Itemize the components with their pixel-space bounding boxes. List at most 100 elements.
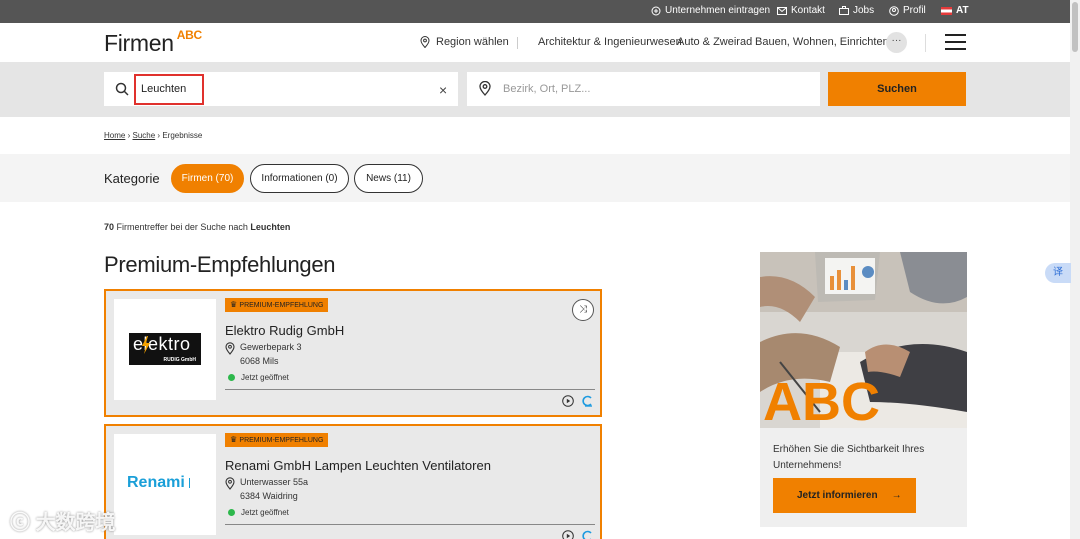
add-company-link[interactable]: Unternehmen eintragen — [651, 5, 770, 16]
elektro-rudig-logo: elektro RUDIG GmbH — [129, 333, 201, 365]
results-count-text: 70 Firmentreffer bei der Suche nach Leuc… — [104, 222, 290, 232]
crown-icon: ♛ — [230, 300, 240, 309]
location-box: Bezirk, Ort, PLZ... — [467, 72, 820, 106]
briefcase-icon — [839, 6, 849, 15]
ad-abc-letters: ABC — [763, 372, 880, 428]
breadcrumb-home[interactable]: Home — [104, 131, 125, 140]
open-status-dot-icon — [228, 509, 235, 516]
opening-status: Jetzt geöffnet — [228, 508, 289, 517]
add-company-label: Unternehmen eintragen — [665, 5, 771, 16]
location-input[interactable]: Bezirk, Ort, PLZ... — [503, 83, 590, 95]
contact-label: Kontakt — [791, 5, 825, 16]
jobs-label: Jobs — [853, 5, 875, 16]
country-switch[interactable]: AT — [941, 5, 969, 16]
premium-heading: Premium-Empfehlungen — [104, 252, 336, 277]
opening-status: Jetzt geöffnet — [228, 373, 289, 382]
search-input[interactable]: Leuchten — [134, 74, 204, 105]
advertising-banner[interactable]: ABC Erhöhen Sie die Sichtbarkeit Ihres U… — [760, 252, 967, 527]
logo-main: Firmen — [104, 30, 174, 56]
ad-cta-label: Jetzt informieren — [797, 490, 878, 501]
site-header: Firmen ABC Region wählen Architektur & In… — [0, 23, 1070, 62]
open-status-dot-icon — [228, 374, 235, 381]
region-label: Region wählen — [436, 36, 509, 48]
company-street: Unterwasser 55a — [240, 477, 309, 487]
company-name[interactable]: Renami GmbH Lampen Leuchten Ventilatoren — [225, 458, 491, 473]
translate-icon[interactable]: 译 — [1045, 263, 1071, 283]
top-utility-bar: Unternehmen eintragen Kontakt Jobs Profi… — [0, 0, 1070, 23]
watermark-text: 大数跨境 — [35, 512, 116, 534]
location-pin-icon — [225, 477, 235, 490]
breadcrumb-separator: › — [127, 131, 131, 140]
company-logo: elektro RUDIG GmbH — [114, 299, 216, 400]
breadcrumb-separator: › — [157, 131, 161, 140]
clear-search-icon[interactable]: × — [439, 82, 447, 98]
page-scrollbar[interactable] — [1070, 0, 1080, 539]
tab-firmen[interactable]: Firmen (70) — [171, 164, 244, 193]
results-count: 70 — [104, 222, 115, 232]
website-logo-icon[interactable] — [582, 395, 593, 407]
renami-logo-mark — [189, 478, 203, 488]
category-filter-bar: Kategorie Firmen (70) Informationen (0) … — [0, 154, 1070, 202]
tab-news[interactable]: News (11) — [354, 164, 423, 193]
arrow-right-icon: → — [891, 490, 902, 501]
location-pin-icon — [225, 342, 235, 355]
logo-rudig-text: RUDIG GmbH — [163, 357, 197, 363]
play-video-icon[interactable] — [562, 530, 574, 539]
watermark-logo-icon: ⓒ — [10, 512, 36, 534]
header-divider — [925, 34, 926, 52]
opening-status-label: Jetzt geöffnet — [241, 508, 289, 517]
renami-logo-text: Renami — [127, 474, 185, 491]
premium-badge-label: PREMIUM-EMPFEHLUNG — [239, 437, 324, 444]
breadcrumb-current: Ergebnisse — [162, 131, 203, 140]
search-button[interactable]: Suchen — [828, 72, 966, 106]
play-video-icon[interactable] — [562, 395, 574, 407]
location-pin-icon — [420, 36, 430, 48]
tab-informationen[interactable]: Informationen (0) — [250, 164, 349, 193]
plus-circle-icon — [651, 6, 661, 15]
company-name[interactable]: Elektro Rudig GmbH — [225, 323, 344, 338]
site-logo[interactable]: Firmen ABC — [104, 28, 202, 57]
lightning-icon — [142, 336, 150, 354]
region-selector[interactable]: Region wählen — [420, 36, 509, 48]
crown-icon: ♛ — [230, 435, 240, 444]
contact-link[interactable]: Kontakt — [777, 5, 825, 16]
more-categories-button[interactable]: ··· — [886, 32, 907, 53]
logo-abc: ABC — [176, 28, 202, 43]
location-pin-icon — [479, 81, 491, 96]
watermark: ⓒ 大数跨境 — [10, 506, 116, 535]
user-icon — [889, 5, 899, 16]
nav-divider — [517, 37, 518, 49]
company-city: 6384 Waidring — [240, 491, 298, 501]
hamburger-menu-icon[interactable] — [945, 34, 966, 50]
nav-architektur[interactable]: Architektur & Ingenieurwesen — [538, 36, 682, 48]
category-label: Kategorie — [104, 171, 160, 186]
company-city: 6068 Mils — [240, 356, 279, 366]
office-meeting-image: ABC — [760, 252, 967, 428]
profile-link[interactable]: Profil — [889, 5, 926, 16]
scrollbar-thumb[interactable] — [1072, 2, 1078, 52]
premium-card-elektro-rudig[interactable]: elektro RUDIG GmbH ♛ PREMIUM-EMPFEHLUNG … — [104, 289, 602, 417]
austria-flag-icon — [941, 6, 952, 15]
jobs-link[interactable]: Jobs — [839, 5, 874, 16]
results-term: Leuchten — [250, 222, 291, 232]
card-divider — [225, 524, 595, 525]
premium-badge-label: PREMIUM-EMPFEHLUNG — [239, 302, 324, 309]
card-divider — [225, 389, 595, 390]
opening-status-label: Jetzt geöffnet — [241, 373, 289, 382]
premium-badge: ♛ PREMIUM-EMPFEHLUNG — [225, 298, 329, 312]
ad-image: ABC — [760, 252, 967, 428]
company-street: Gewerbepark 3 — [240, 342, 302, 352]
profile-label: Profil — [903, 5, 926, 16]
results-text: Firmentreffer bei der Suche nach — [114, 222, 251, 232]
premium-card-renami[interactable]: Renami ♛ PREMIUM-EMPFEHLUNG Renami GmbH … — [104, 424, 602, 539]
website-logo-icon[interactable] — [582, 530, 593, 539]
breadcrumb: Home › Suche › Ergebnisse — [104, 131, 202, 140]
breadcrumb-search[interactable]: Suche — [132, 131, 155, 140]
search-icon — [115, 82, 129, 96]
ad-cta-button[interactable]: Jetzt informieren → — [773, 478, 916, 513]
company-logo: Renami — [114, 434, 216, 535]
compare-icon[interactable]: ⤨ — [572, 299, 594, 321]
ad-text: Erhöhen Sie die Sichtbarkeit Ihres Unter… — [773, 444, 925, 471]
nav-bauen-wohnen[interactable]: Bauen, Wohnen, Einrichten — [755, 36, 889, 48]
nav-auto-zweirad[interactable]: Auto & Zweirad — [677, 36, 752, 48]
